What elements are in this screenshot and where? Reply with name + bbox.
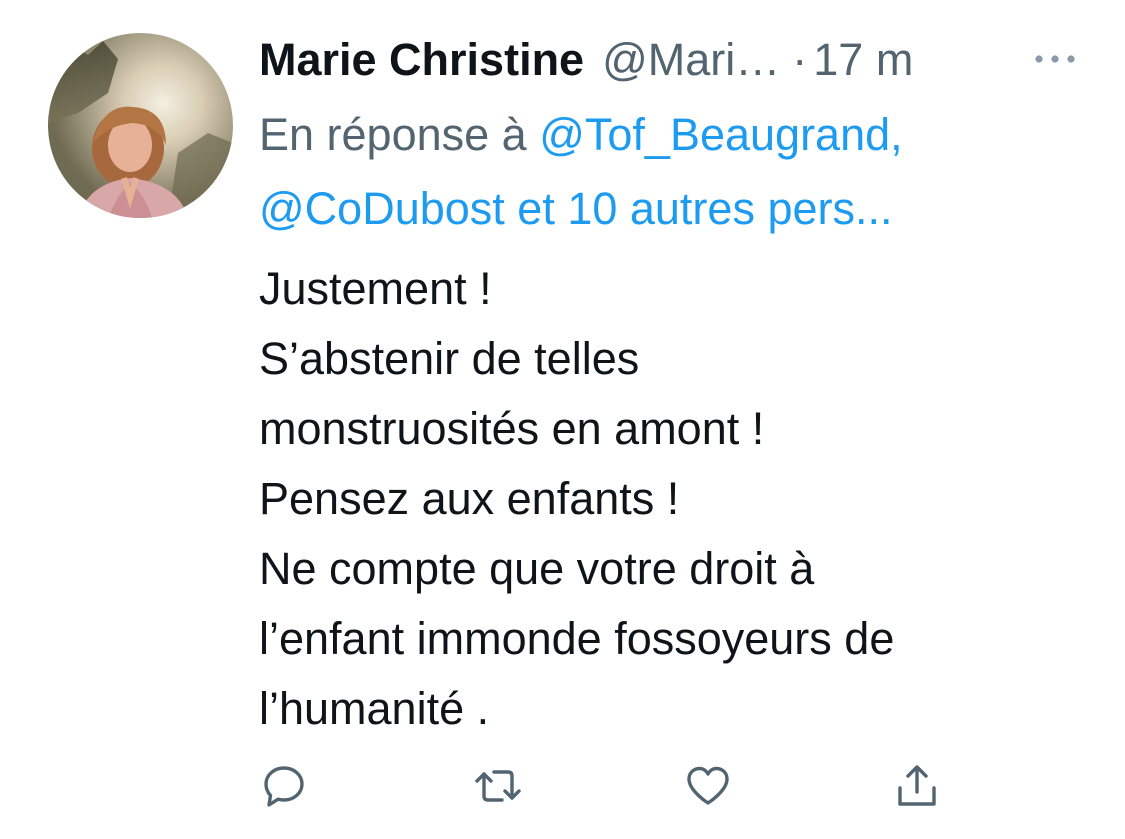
avatar-photo	[48, 33, 233, 218]
reply-icon	[264, 766, 304, 807]
user-handle[interactable]: @Mari…	[602, 28, 780, 92]
display-name[interactable]: Marie Christine	[259, 28, 584, 92]
timestamp[interactable]: 17 m	[813, 28, 913, 92]
tweet-text-line: Ne compte que votre droit à	[259, 543, 815, 594]
tweet-text-line: Justement !	[259, 263, 492, 314]
tweet-text-line: S’abstenir de telles	[259, 333, 640, 384]
share-icon	[898, 765, 936, 806]
reply-context: En réponse à @Tof_Beaugrand, @CoDubost e…	[259, 98, 1099, 246]
mention-link[interactable]: @Tof_Beaugrand,	[539, 109, 902, 160]
tweet-content: Marie Christine @Mari… · 17 m En réponse…	[259, 28, 1099, 744]
tweet-header: Marie Christine @Mari… · 17 m	[259, 28, 1099, 92]
mention-link-others[interactable]: @CoDubost et 10 autres pers...	[259, 183, 893, 234]
more-horizontal-icon	[1035, 55, 1075, 63]
tweet-text-line: monstruosités en amont !	[259, 403, 765, 454]
reply-prefix: En réponse à	[259, 109, 540, 160]
reply-button[interactable]	[260, 762, 308, 810]
tweet-text: Justement ! S’abstenir de telles monstru…	[259, 254, 1099, 744]
share-button[interactable]	[893, 762, 941, 810]
like-icon	[687, 766, 729, 805]
tweet-actions	[0, 762, 1125, 822]
tweet-text-line: l’enfant immonde fossoyeurs de	[259, 613, 895, 664]
retweet-button[interactable]	[474, 762, 522, 810]
tweet-text-line: Pensez aux enfants !	[259, 473, 680, 524]
avatar[interactable]	[48, 33, 233, 218]
tweet[interactable]: Marie Christine @Mari… · 17 m En réponse…	[0, 0, 1125, 839]
retweet-icon	[475, 770, 521, 802]
more-options-button[interactable]	[1031, 44, 1079, 74]
tweet-text-line: l’humanité .	[259, 683, 490, 734]
like-button[interactable]	[684, 762, 732, 810]
separator-dot: ·	[792, 34, 808, 85]
